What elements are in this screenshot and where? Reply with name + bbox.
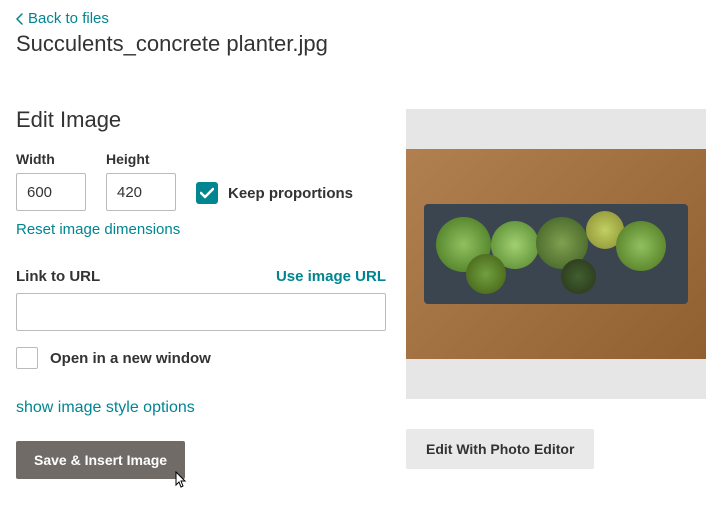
- use-image-url-link[interactable]: Use image URL: [276, 268, 386, 285]
- chevron-left-icon: [16, 13, 24, 25]
- back-to-files-link[interactable]: Back to files: [16, 10, 109, 27]
- image-preview: [406, 109, 706, 399]
- show-style-options-link[interactable]: show image style options: [16, 399, 195, 417]
- preview-image-content: [406, 149, 706, 359]
- reset-dimensions-link[interactable]: Reset image dimensions: [16, 221, 180, 238]
- edit-with-photo-editor-button[interactable]: Edit With Photo Editor: [406, 429, 594, 469]
- edit-image-title: Edit Image: [16, 107, 386, 133]
- save-insert-button[interactable]: Save & Insert Image: [16, 441, 185, 479]
- height-label: Height: [106, 151, 176, 167]
- height-input[interactable]: [106, 173, 176, 211]
- open-new-window-label: Open in a new window: [50, 350, 211, 367]
- width-label: Width: [16, 151, 86, 167]
- link-to-url-label: Link to URL: [16, 268, 100, 285]
- url-input[interactable]: [16, 293, 386, 331]
- back-link-text: Back to files: [28, 10, 109, 27]
- open-new-window-checkbox[interactable]: [16, 347, 38, 369]
- keep-proportions-label: Keep proportions: [228, 185, 353, 202]
- filename-title: Succulents_concrete planter.jpg: [16, 31, 711, 57]
- width-input[interactable]: [16, 173, 86, 211]
- keep-proportions-checkbox[interactable]: [196, 182, 218, 204]
- checkmark-icon: [200, 187, 214, 199]
